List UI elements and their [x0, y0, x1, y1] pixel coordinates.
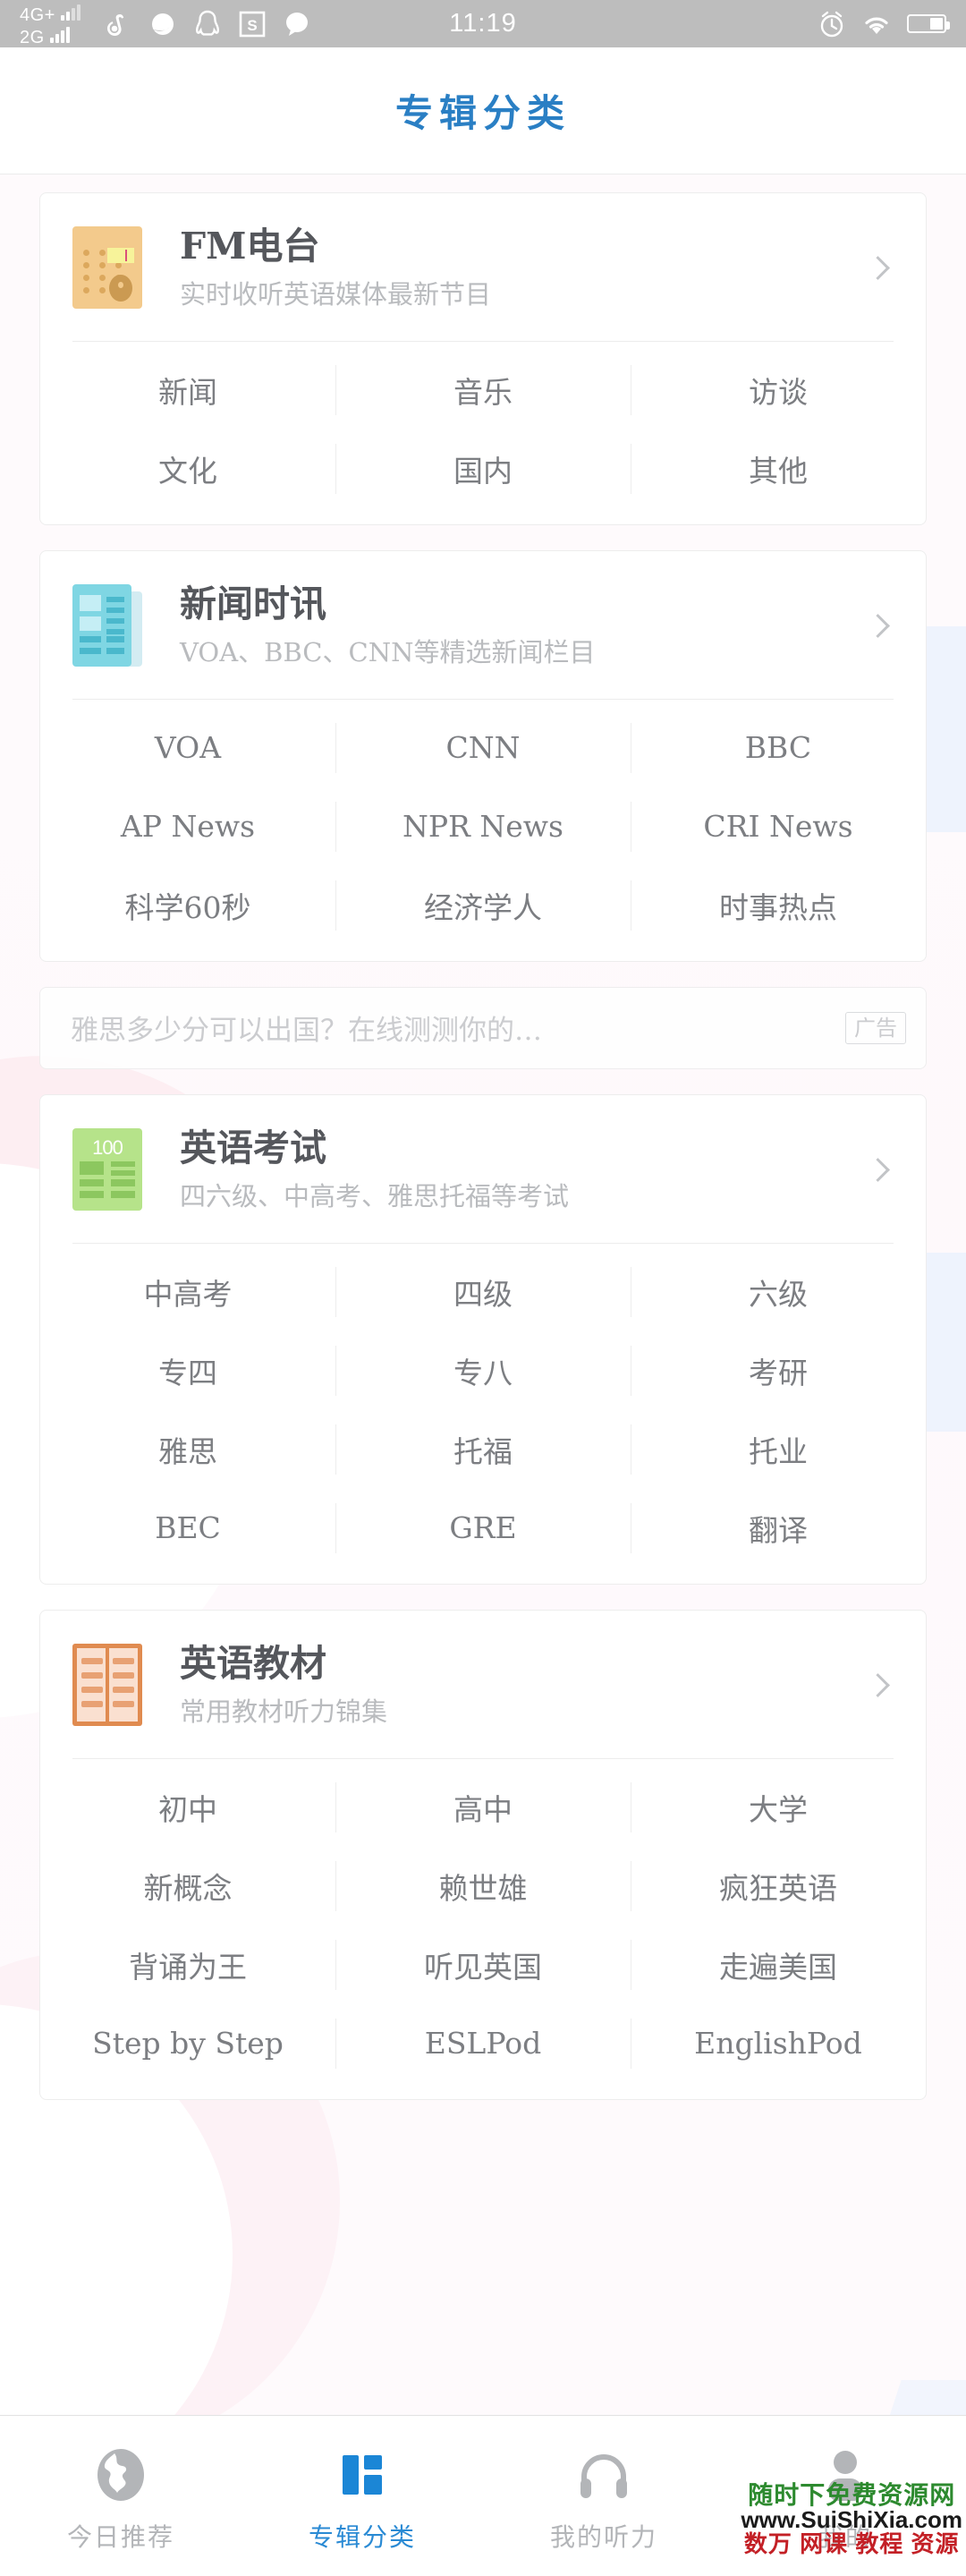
battery-icon	[907, 14, 950, 33]
nav-label: 专辑分类	[308, 2521, 416, 2552]
tag-item[interactable]: 科学60秒	[40, 866, 335, 945]
watermark-line-2: www.SuiShiXia.com	[741, 2505, 962, 2533]
tag-item[interactable]: 新闻	[40, 351, 335, 429]
tag-item[interactable]: AP News	[40, 787, 335, 866]
tag-item[interactable]: 走遍美国	[630, 1926, 926, 2004]
tag-item[interactable]: 高中	[335, 1768, 631, 1847]
tag-item[interactable]: 赖世雄	[335, 1847, 631, 1926]
watermark: 随时下免费资源网 www.SuiShiXia.com 数万 网课 教程 资源	[741, 2482, 962, 2556]
nav-label: 今日推荐	[66, 2521, 174, 2552]
status-bar-clock: 11:19	[449, 9, 517, 38]
tag-grid-news: VOA CNN BBC AP News NPR News CRI News 科学…	[40, 700, 926, 961]
tag-item[interactable]: CRI News	[630, 787, 926, 866]
tag-item[interactable]: EnglishPod	[630, 2004, 926, 2083]
category-text-textbook: 英语教材 常用教材听力锦集	[180, 1641, 849, 1728]
grid-blocks-icon	[337, 2446, 387, 2504]
category-subtitle: 四六级、中高考、雅思托福等考试	[180, 1181, 570, 1212]
tag-item[interactable]: 音乐	[335, 351, 631, 429]
tag-item[interactable]: ESLPod	[335, 2004, 631, 2083]
category-header-exam[interactable]: 100 英语考试 四六级、中高考、雅思托福等考试	[40, 1095, 926, 1243]
nav-item-categories[interactable]: 专辑分类	[242, 2416, 483, 2576]
tag-item[interactable]: 托福	[335, 1410, 631, 1489]
category-card-textbook[interactable]: 英语教材 常用教材听力锦集 初中 高中 大学 新概念 赖世雄 疯狂英语 背诵为王…	[39, 1609, 927, 2100]
category-card-exam[interactable]: 100 英语考试 四六级、中高考、雅思托福等考试 中高考 四级 六级 专四 专八…	[39, 1093, 927, 1585]
category-title: FM电台	[180, 225, 320, 268]
tag-item[interactable]: 经济学人	[335, 866, 631, 945]
tag-item[interactable]: VOA	[40, 709, 335, 787]
category-header-textbook[interactable]: 英语教材 常用教材听力锦集	[40, 1611, 926, 1758]
tag-item[interactable]: 专八	[335, 1331, 631, 1410]
tag-item[interactable]: 雅思	[40, 1410, 335, 1489]
category-subtitle: 常用教材听力锦集	[180, 1696, 388, 1727]
ad-badge: 广告	[845, 1011, 906, 1045]
status-bar: 4G+ 2G S 11:19	[0, 0, 966, 47]
tag-grid-exam: 中高考 四级 六级 专四 专八 考研 雅思 托福 托业 BEC GRE 翻译	[40, 1244, 926, 1584]
tag-item[interactable]: 背诵为王	[40, 1926, 335, 2004]
category-title: 英语考试	[180, 1126, 326, 1169]
tag-item[interactable]: 四级	[335, 1253, 631, 1331]
category-list: FM电台 实时收听英语媒体最新节目 新闻 音乐 访谈 文化 国内 其他 新闻时讯…	[0, 174, 966, 2100]
open-book-icon	[72, 1644, 142, 1727]
chevron-right-icon[interactable]	[860, 250, 895, 285]
nav-item-today[interactable]: 今日推荐	[0, 2416, 242, 2576]
tag-item[interactable]: 初中	[40, 1768, 335, 1847]
tag-item[interactable]: 听见英国	[335, 1926, 631, 2004]
tag-item[interactable]: Step by Step	[40, 2004, 335, 2083]
category-card-news[interactable]: 新闻时讯 VOA、BBC、CNN等精选新闻栏目 VOA CNN BBC AP N…	[39, 549, 927, 962]
tag-item[interactable]: 访谈	[630, 351, 926, 429]
tag-item[interactable]: 专四	[40, 1331, 335, 1410]
tag-grid-textbook: 初中 高中 大学 新概念 赖世雄 疯狂英语 背诵为王 听见英国 走遍美国 Ste…	[40, 1759, 926, 2099]
headphones-icon	[577, 2446, 631, 2504]
exam-paper-icon: 100	[72, 1128, 142, 1211]
category-subtitle: VOA、BBC、CNN等精选新闻栏目	[180, 637, 596, 668]
category-title: 新闻时讯	[180, 582, 326, 625]
ad-banner[interactable]: 雅思多少分可以出国？在线测测你的… 广告	[39, 986, 927, 1069]
nav-label: 我的听力	[549, 2521, 657, 2552]
category-header-news[interactable]: 新闻时讯 VOA、BBC、CNN等精选新闻栏目	[40, 551, 926, 699]
category-header-fm-radio[interactable]: FM电台 实时收听英语媒体最新节目	[40, 193, 926, 341]
category-text-exam: 英语考试 四六级、中高考、雅思托福等考试	[180, 1126, 849, 1212]
category-text-news: 新闻时讯 VOA、BBC、CNN等精选新闻栏目	[180, 582, 849, 668]
newspaper-icon	[72, 584, 142, 667]
tag-item[interactable]: 大学	[630, 1768, 926, 1847]
tag-item[interactable]: 中高考	[40, 1253, 335, 1331]
chevron-right-icon[interactable]	[860, 1667, 895, 1703]
watermark-line-1: 随时下免费资源网	[748, 2480, 956, 2509]
watermark-line-3: 数万 网课 教程 资源	[743, 2529, 960, 2557]
tag-grid-fm-radio: 新闻 音乐 访谈 文化 国内 其他	[40, 342, 926, 524]
tag-item[interactable]: 翻译	[630, 1489, 926, 1568]
tag-item[interactable]: 国内	[335, 429, 631, 508]
tag-item[interactable]: 疯狂英语	[630, 1847, 926, 1926]
nav-item-my-listening[interactable]: 我的听力	[483, 2416, 724, 2576]
tag-item[interactable]: NPR News	[335, 787, 631, 866]
tag-item[interactable]: 新概念	[40, 1847, 335, 1926]
category-text-fm-radio: FM电台 实时收听英语媒体最新节目	[180, 225, 849, 310]
category-title: 英语教材	[180, 1641, 326, 1685]
tag-item[interactable]: BEC	[40, 1489, 335, 1568]
tag-item[interactable]: 六级	[630, 1253, 926, 1331]
page-title: 专辑分类	[394, 91, 571, 135]
tag-item[interactable]: 文化	[40, 429, 335, 508]
chevron-right-icon[interactable]	[860, 608, 895, 643]
title-bar: 专辑分类	[0, 47, 966, 174]
exam-icon-score: 100	[92, 1136, 123, 1160]
tag-item[interactable]: 托业	[630, 1410, 926, 1489]
category-subtitle: 实时收听英语媒体最新节目	[180, 279, 492, 310]
globe-icon	[95, 2446, 147, 2504]
tag-item[interactable]: 其他	[630, 429, 926, 508]
tag-item[interactable]: CNN	[335, 709, 631, 787]
ad-text: 雅思多少分可以出国？在线测测你的…	[71, 1015, 542, 1048]
tag-item[interactable]: 考研	[630, 1331, 926, 1410]
chevron-right-icon[interactable]	[860, 1152, 895, 1187]
tag-item[interactable]: GRE	[335, 1489, 631, 1568]
tag-item[interactable]: 时事热点	[630, 866, 926, 945]
category-card-fm-radio[interactable]: FM电台 实时收听英语媒体最新节目 新闻 音乐 访谈 文化 国内 其他	[39, 192, 927, 525]
tag-item[interactable]: BBC	[630, 709, 926, 787]
fm-radio-icon	[72, 226, 142, 310]
